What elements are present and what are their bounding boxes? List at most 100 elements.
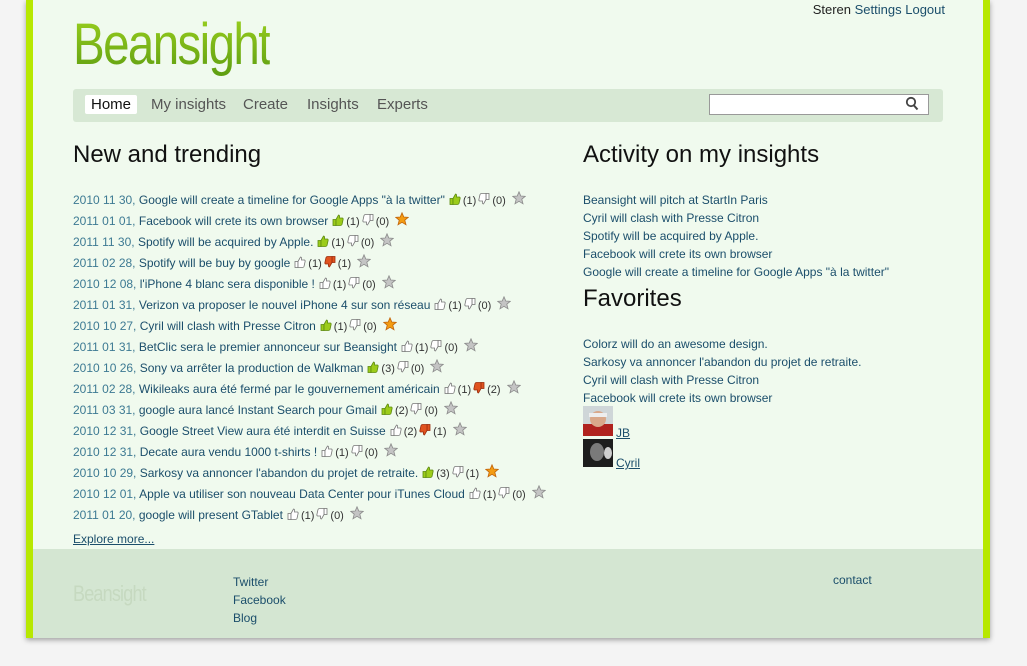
insight-row: 2011 02 28, Wikileaks aura été fermé par… [73,379,563,400]
insight-title-link[interactable]: BetClic sera le premier annonceur sur Be… [139,340,397,354]
insight-title-link[interactable]: Sony va arrêter la production de Walkman [140,361,364,375]
favorite-item-link[interactable]: Cyril will clash with Presse Citron [583,373,759,387]
favorite-star-icon[interactable] [426,359,445,375]
disagree-thumb-down-icon[interactable] [498,487,510,501]
insight-title-link[interactable]: Facebook will crete its own browser [139,214,328,228]
nav-experts[interactable]: Experts [377,96,428,113]
disagree-thumb-down-icon[interactable] [351,445,363,459]
agree-thumb-up-icon[interactable] [469,487,481,501]
disagree-thumb-down-icon[interactable] [362,214,374,228]
agree-active-thumb-up-icon[interactable] [367,361,379,375]
disagree-thumb-down-icon[interactable] [316,508,328,522]
agree-thumb-up-icon[interactable] [319,277,331,291]
agree-thumb-up-icon[interactable] [287,508,299,522]
disagree-thumb-down-icon[interactable] [430,340,442,354]
insight-title-link[interactable]: Verizon va proposer le nouvel iPhone 4 s… [139,298,431,312]
insight-title-link[interactable]: google aura lancé Instant Search pour Gm… [139,403,377,417]
disagree-thumb-down-icon[interactable] [478,193,490,207]
favorite-star-icon[interactable] [380,443,399,459]
agree-thumb-up-icon[interactable] [444,382,456,396]
agree-active-thumb-up-icon[interactable] [449,193,461,207]
favorite-star-icon[interactable] [503,380,521,396]
settings-link[interactable]: Settings [855,2,902,17]
favorite-star-icon[interactable] [378,275,396,291]
nav-create[interactable]: Create [243,96,288,113]
insight-title-link[interactable]: Wikileaks aura été fermé par le gouverne… [139,382,440,396]
footer-facebook-link[interactable]: Facebook [233,593,286,607]
avatar-jb[interactable] [583,406,613,436]
disagree-thumb-down-icon[interactable] [464,298,476,312]
footer-links: Twitter Facebook Blog [233,573,286,627]
activity-item-link[interactable]: Beansight will pitch at StartIn Paris [583,193,768,207]
agree-active-thumb-up-icon[interactable] [422,466,434,480]
disagree-thumb-down-icon[interactable] [452,466,464,480]
footer-twitter-link[interactable]: Twitter [233,575,268,589]
disagree-thumb-down-icon[interactable] [397,361,409,375]
insight-title-link[interactable]: Apple va utiliser son nouveau Data Cente… [139,487,465,501]
avatar-cyril[interactable] [583,439,613,467]
insight-title-link[interactable]: Spotify will be acquired by Apple. [138,235,313,249]
search-icon[interactable] [905,96,919,112]
insight-title-link[interactable]: Sarkosy va annoncer l'abandon du projet … [140,466,418,480]
insight-title-link[interactable]: google will present GTablet [139,508,283,522]
footer-blog-link[interactable]: Blog [233,611,257,625]
disagree-thumb-down-icon[interactable] [349,319,361,333]
favorite-user-jb[interactable]: JB [616,426,630,440]
favorite-user-cyril[interactable]: Cyril [616,456,640,470]
favorite-star-icon[interactable] [460,338,478,354]
favorite-active-star-icon[interactable] [481,464,500,480]
disagree-active-thumb-down-icon[interactable] [473,382,485,396]
insight-row: 2010 11 30, Google will create a timelin… [73,190,563,211]
agree-thumb-up-icon[interactable] [294,256,306,270]
nav-my-insights[interactable]: My insights [151,96,226,113]
contact-link[interactable]: contact [833,573,872,587]
favorite-active-star-icon[interactable] [379,317,397,333]
activity-item-link[interactable]: Spotify will be acquired by Apple. [583,229,758,243]
agree-active-thumb-up-icon[interactable] [332,214,344,228]
insight-title-link[interactable]: l'iPhone 4 blanc sera disponible ! [140,277,315,291]
favorite-star-icon[interactable] [346,506,364,522]
agree-count: (1) [332,279,347,291]
logout-link[interactable]: Logout [905,2,945,17]
insight-title-link[interactable]: Decate aura vendu 1000 t-shirts ! [140,445,317,459]
favorite-item-link[interactable]: Colorz will do an awesome design. [583,337,768,351]
search-input[interactable] [713,95,907,115]
disagree-active-thumb-down-icon[interactable] [419,424,431,438]
nav-home[interactable]: Home [85,95,138,114]
explore-more-link[interactable]: Explore more... [73,532,154,546]
favorite-star-icon[interactable] [449,422,467,438]
insight-title-link[interactable]: Spotify will be buy by google [139,256,290,270]
disagree-thumb-down-icon[interactable] [348,277,360,291]
agree-thumb-up-icon[interactable] [390,424,402,438]
activity-item-link[interactable]: Facebook will crete its own browser [583,247,772,261]
favorite-star-icon[interactable] [528,485,546,501]
favorite-star-icon[interactable] [440,401,458,417]
favorite-star-icon[interactable] [376,233,395,249]
logo[interactable]: Beansight [73,10,271,80]
disagree-thumb-down-icon[interactable] [410,403,422,417]
favorite-star-icon[interactable] [353,254,372,270]
insight-row: 2011 01 31, Verizon va proposer le nouve… [73,295,563,316]
agree-thumb-up-icon[interactable] [321,445,333,459]
agree-thumb-up-icon[interactable] [401,340,413,354]
disagree-active-thumb-down-icon[interactable] [324,256,336,270]
favorite-star-icon[interactable] [508,191,526,207]
agree-active-thumb-up-icon[interactable] [381,403,393,417]
disagree-thumb-down-icon[interactable] [347,235,359,249]
agree-active-thumb-up-icon[interactable] [317,235,329,249]
disagree-count: (1) [433,426,447,438]
agree-thumb-up-icon[interactable] [434,298,446,312]
insight-row: 2011 01 31, BetClic sera le premier anno… [73,337,563,358]
insight-title-link[interactable]: Google Street View aura été interdit en … [140,424,386,438]
nav-insights[interactable]: Insights [307,96,359,113]
agree-count: (2) [403,426,418,438]
insight-title-link[interactable]: Google will create a timeline for Google… [139,193,445,207]
favorite-star-icon[interactable] [493,296,512,312]
agree-active-thumb-up-icon[interactable] [320,319,332,333]
favorite-item-link[interactable]: Facebook will crete its own browser [583,391,772,405]
insight-title-link[interactable]: Cyril will clash with Presse Citron [140,319,316,333]
activity-item-link[interactable]: Google will create a timeline for Google… [583,265,889,279]
activity-item-link[interactable]: Cyril will clash with Presse Citron [583,211,759,225]
favorite-item-link[interactable]: Sarkosy va annoncer l'abandon du projet … [583,355,861,369]
favorite-active-star-icon[interactable] [391,212,410,228]
